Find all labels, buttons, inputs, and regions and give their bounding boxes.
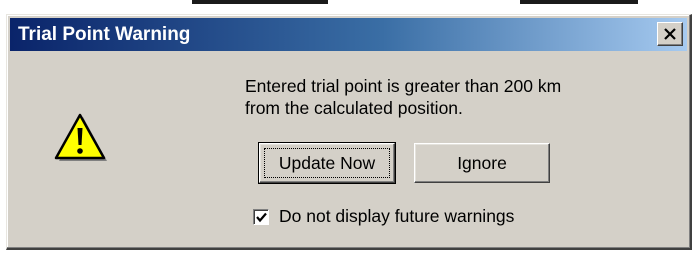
title-bar[interactable]: Trial Point Warning [10,18,687,51]
future-warnings-option[interactable]: Do not display future warnings [253,206,514,227]
message-line-2: from the calculated position. [245,98,463,118]
close-icon [664,28,676,40]
message-line-1: Entered trial point is greater than 200 … [245,76,562,96]
warning-dialog: Trial Point Warning Entered trial point … [6,14,692,250]
ignore-button[interactable]: Ignore [414,143,550,183]
future-warnings-label: Do not display future warnings [279,206,515,226]
warning-message: Entered trial point is greater than 200 … [245,75,561,119]
future-warnings-checkbox[interactable] [253,208,269,225]
checkmark-icon [256,212,267,222]
update-now-label: Update Now [278,152,376,173]
page-background-strip [0,0,698,14]
top-edge-line [192,0,328,4]
warning-icon [54,113,107,161]
dialog-title: Trial Point Warning [18,24,191,45]
update-now-button[interactable]: Update Now [258,142,396,184]
ignore-label: Ignore [457,152,507,173]
top-edge-line [520,0,638,4]
close-button[interactable] [657,22,683,46]
